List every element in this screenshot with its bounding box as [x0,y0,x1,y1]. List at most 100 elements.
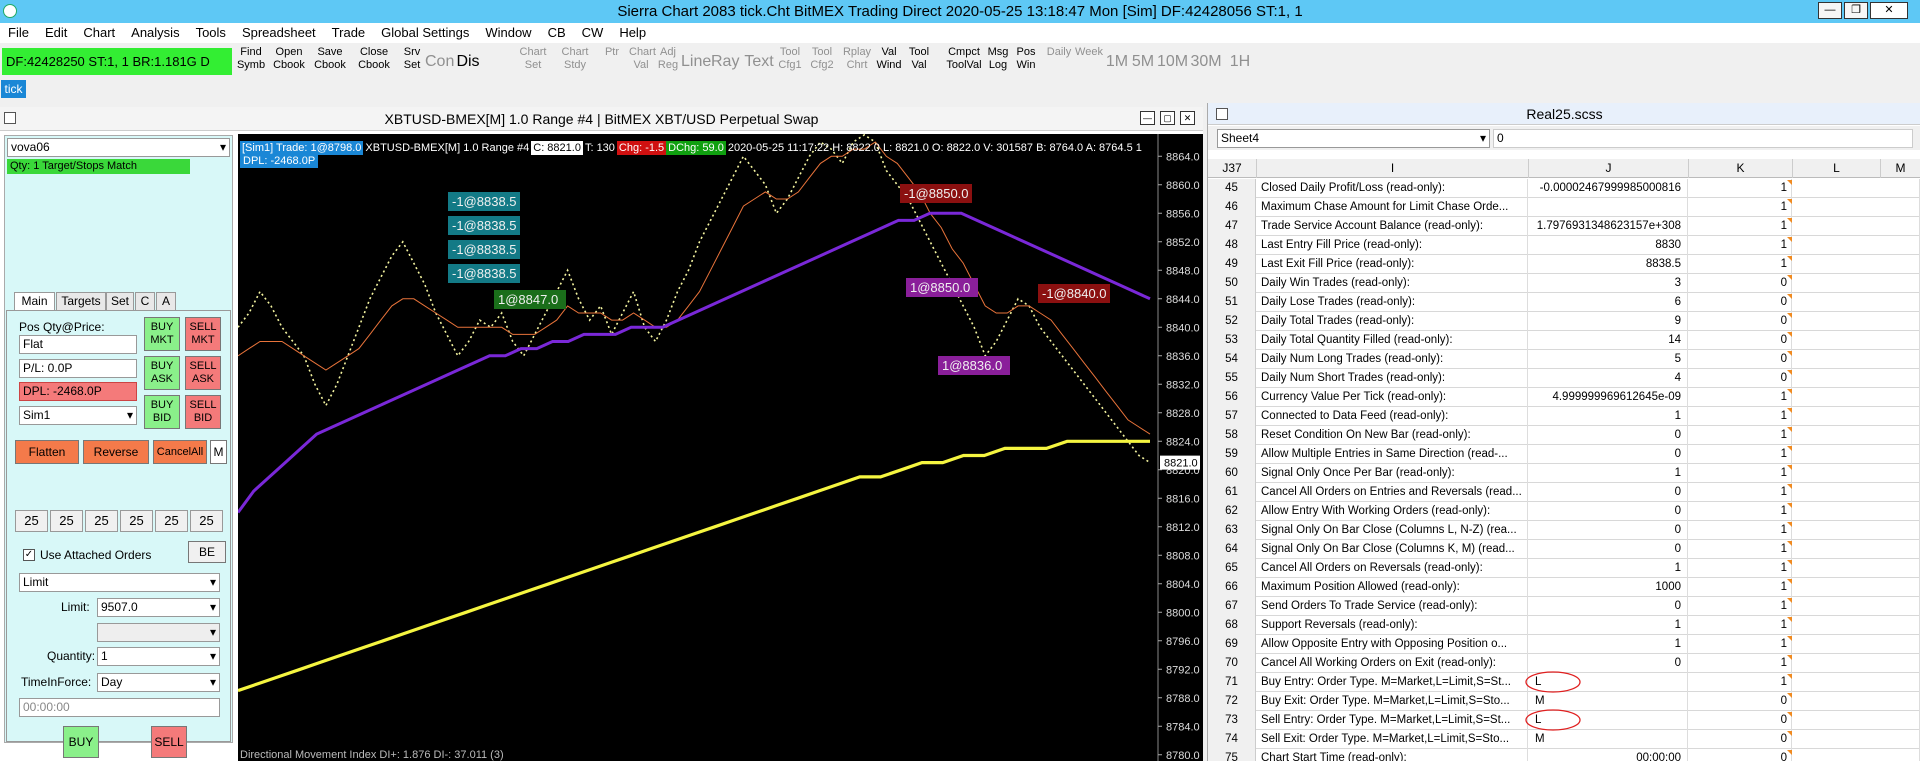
menu-item-trade[interactable]: Trade [324,23,373,43]
buy-button[interactable]: BUY [63,726,99,758]
cell-value[interactable]: 0 [1529,445,1688,464]
cell-k[interactable]: 1 [1689,540,1792,559]
buy-ask-button[interactable]: BUY ASK [144,356,180,390]
cell-k[interactable]: 0 [1689,711,1792,730]
cell-l[interactable] [1793,673,1920,692]
cell-label[interactable]: Maximum Chase Amount for Limit Chase Ord… [1258,198,1528,217]
cell-label[interactable]: Currency Value Per Tick (read-only): [1258,388,1528,407]
cell-value[interactable]: 5 [1529,350,1688,369]
limit-price-input[interactable]: 9507.0 [97,598,220,617]
trade-tab-a[interactable]: A [156,292,176,311]
cell-k[interactable]: 0 [1689,293,1792,312]
row-number[interactable]: 66 [1208,578,1256,597]
cell-k[interactable]: 0 [1689,274,1792,293]
trade-label[interactable]: 1@8847.0 [494,290,566,309]
cell-value[interactable]: -0.00002467999985000816 [1529,179,1688,198]
cell-value[interactable]: 0 [1529,426,1688,445]
cell-k[interactable]: 1 [1689,255,1792,274]
cell-label[interactable]: Trade Service Account Balance (read-only… [1258,217,1528,236]
price-chart[interactable]: 8864.0 8860.0 8856.0 8852.0 8848.0 8844.0 8840… [238,134,1203,761]
tif-select[interactable]: Day [97,673,220,692]
cell-l[interactable] [1793,654,1920,673]
cell-k[interactable]: 0 [1689,369,1792,388]
toolbar-button-30m[interactable]: 30M [1189,46,1223,78]
row-number[interactable]: 64 [1208,540,1256,559]
cell-label[interactable]: Send Orders To Trade Service (read-only)… [1258,597,1528,616]
cell-label[interactable]: Reset Condition On New Bar (read-only): [1258,426,1528,445]
menu-item-analysis[interactable]: Analysis [123,23,187,43]
cell-value[interactable]: 1 [1529,635,1688,654]
toolbar-button-pos-win[interactable]: Pos Win [1013,46,1039,78]
cell-k[interactable]: 1 [1689,217,1792,236]
toolbar-button-10m[interactable]: 10M [1157,46,1188,78]
cell-value[interactable]: 1 [1529,464,1688,483]
row-number[interactable]: 75 [1208,749,1256,761]
row-number[interactable]: 71 [1208,673,1256,692]
cell-label[interactable]: Buy Entry: Order Type. M=Market,L=Limit,… [1258,673,1528,692]
cell-l[interactable] [1793,217,1920,236]
row-number[interactable]: 69 [1208,635,1256,654]
sell-button[interactable]: SELL [151,726,187,758]
toolbar-button-tool-val[interactable]: Tool Val [905,46,933,78]
toolbar-button-ptr[interactable]: Ptr [602,46,622,78]
cell-k[interactable]: 1 [1689,578,1792,597]
trade-label[interactable]: -1@8838.5 [448,216,520,235]
quantity-preset-button[interactable]: 25 [50,510,83,532]
trade-label[interactable]: -1@8838.5 [448,264,520,283]
row-number[interactable]: 60 [1208,464,1256,483]
toolbar-button-week[interactable]: Week [1075,46,1103,78]
toolbar-button-save-cbook[interactable]: Save Cbook [312,46,348,78]
cell-l[interactable] [1793,559,1920,578]
cell-label[interactable]: Cancel All Orders on Reversals (read-onl… [1258,559,1528,578]
chart-maximize-button[interactable]: ▢ [1160,111,1175,125]
row-number[interactable]: 53 [1208,331,1256,350]
cell-value[interactable]: 0 [1529,502,1688,521]
cell-l[interactable] [1793,312,1920,331]
row-number[interactable]: 63 [1208,521,1256,540]
cell-l[interactable] [1793,350,1920,369]
cell-label[interactable]: Daily Num Long Trades (read-only): [1258,350,1528,369]
minimize-button[interactable]: — [1818,2,1842,19]
quantity-preset-button[interactable]: 25 [120,510,153,532]
cell-k[interactable]: 0 [1689,331,1792,350]
cell-label[interactable]: Sell Exit: Order Type. M=Market,L=Limit,… [1258,730,1528,749]
cell-label[interactable]: Signal Only Once Per Bar (read-only): [1258,464,1528,483]
cancel-all-button[interactable]: CancelAll [153,440,207,464]
cell-value[interactable]: 4 [1529,369,1688,388]
cell-value[interactable]: 3 [1529,274,1688,293]
cell-label[interactable]: Signal Only On Bar Close (Columns L, N-Z… [1258,521,1528,540]
quantity-preset-button[interactable]: 25 [190,510,223,532]
column-header-k[interactable]: K [1689,159,1793,178]
cell-l[interactable] [1793,198,1920,217]
chart-close-button[interactable]: ✕ [1180,111,1195,125]
column-header-j[interactable]: J [1529,159,1689,178]
row-number[interactable]: 61 [1208,483,1256,502]
toolbar-button-close-cbook[interactable]: Close Cbook [355,46,393,78]
cell-k[interactable]: 0 [1689,692,1792,711]
trade-tab-main[interactable]: Main [14,292,55,311]
toolbar-button-open-cbook[interactable]: Open Cbook [271,46,307,78]
row-number[interactable]: 48 [1208,236,1256,255]
cell-l[interactable] [1793,635,1920,654]
cell-l[interactable] [1793,749,1920,761]
cell-k[interactable]: 0 [1689,312,1792,331]
cell-value[interactable]: 1 [1529,559,1688,578]
cell-l[interactable] [1793,597,1920,616]
trade-label[interactable]: 1@8836.0 [938,356,1010,375]
toolbar-button-ray[interactable]: Ray [711,46,739,78]
cell-l[interactable] [1793,502,1920,521]
toolbar-button-con[interactable]: Con [425,46,454,78]
formula-bar[interactable]: 0 [1493,129,1913,148]
row-number[interactable]: 65 [1208,559,1256,578]
trade-tab-targets[interactable]: Targets [56,292,106,311]
cell-k[interactable]: 1 [1689,559,1792,578]
row-number[interactable]: 72 [1208,692,1256,711]
cell-label[interactable]: Daily Total Quantity Filled (read-only): [1258,331,1528,350]
row-number[interactable]: 50 [1208,274,1256,293]
cell-value[interactable]: 9 [1529,312,1688,331]
cell-value[interactable]: 0 [1529,540,1688,559]
menu-item-chart[interactable]: Chart [75,23,123,43]
column-header-l[interactable]: L [1793,159,1881,178]
toolbar-button-srv-set[interactable]: Srv Set [402,46,422,78]
cell-label[interactable]: Sell Entry: Order Type. M=Market,L=Limit… [1258,711,1528,730]
